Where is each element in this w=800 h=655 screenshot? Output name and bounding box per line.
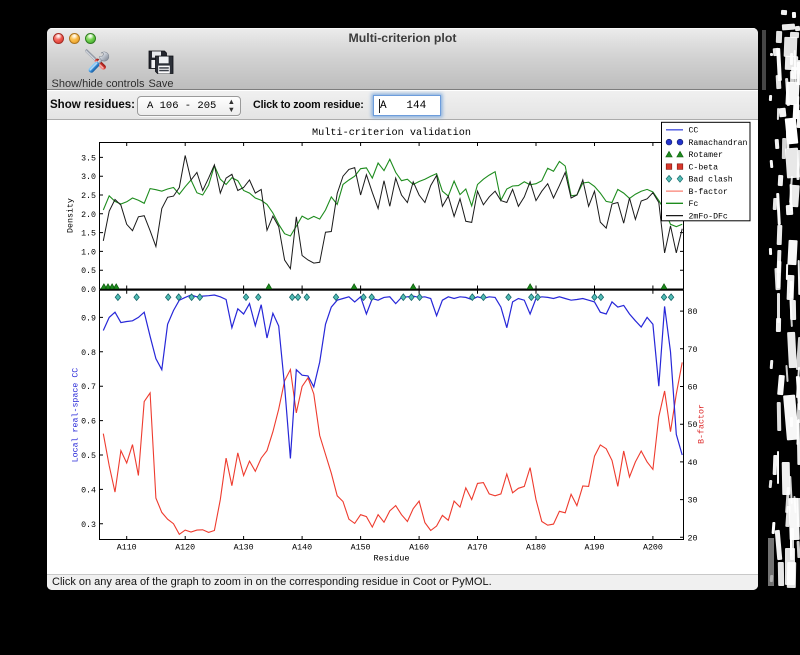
svg-text:0.8: 0.8 — [81, 349, 96, 358]
svg-text:0.6: 0.6 — [81, 418, 96, 427]
svg-text:Residue: Residue — [373, 554, 409, 564]
svg-text:3.0: 3.0 — [81, 173, 96, 182]
svg-text:1.5: 1.5 — [81, 230, 96, 239]
svg-text:A160: A160 — [409, 544, 429, 553]
svg-text:40: 40 — [688, 459, 698, 468]
svg-text:0.9: 0.9 — [81, 314, 96, 323]
svg-text:C-beta: C-beta — [689, 162, 719, 172]
svg-text:A140: A140 — [292, 544, 312, 553]
svg-text:0.0: 0.0 — [81, 286, 96, 295]
svg-text:2mFo-DFc: 2mFo-DFc — [689, 212, 728, 221]
svg-text:Multi-criterion validation: Multi-criterion validation — [312, 127, 471, 139]
svg-text:Bad clash: Bad clash — [689, 175, 733, 185]
svg-text:CC: CC — [689, 127, 699, 136]
svg-text:A180: A180 — [526, 544, 546, 553]
svg-text:B-factor: B-factor — [697, 404, 707, 444]
svg-text:Fc: Fc — [689, 200, 699, 209]
svg-text:A170: A170 — [468, 544, 488, 553]
svg-text:A200: A200 — [643, 544, 663, 553]
svg-text:1.0: 1.0 — [81, 248, 96, 257]
svg-text:50: 50 — [688, 421, 698, 430]
svg-text:0.7: 0.7 — [81, 383, 96, 392]
svg-text:A120: A120 — [175, 544, 195, 553]
svg-text:0.5: 0.5 — [81, 452, 96, 461]
svg-text:0.5: 0.5 — [81, 267, 96, 276]
svg-text:20: 20 — [688, 534, 698, 543]
svg-text:60: 60 — [688, 384, 698, 393]
svg-text:0.3: 0.3 — [81, 521, 96, 530]
svg-text:Density: Density — [66, 198, 76, 233]
svg-text:0.4: 0.4 — [81, 486, 96, 495]
svg-text:3.5: 3.5 — [81, 154, 96, 163]
svg-text:B-factor: B-factor — [689, 187, 728, 197]
svg-text:80: 80 — [688, 308, 698, 317]
svg-text:A110: A110 — [117, 544, 137, 553]
svg-text:2.5: 2.5 — [81, 192, 96, 201]
svg-text:Rotamer: Rotamer — [689, 151, 723, 160]
svg-text:30: 30 — [688, 497, 698, 506]
svg-text:A150: A150 — [351, 544, 371, 553]
svg-text:A130: A130 — [234, 544, 254, 553]
svg-text:Local real-space CC: Local real-space CC — [71, 368, 81, 463]
svg-text:Ramachandran: Ramachandran — [689, 138, 748, 148]
svg-text:2.0: 2.0 — [81, 211, 96, 220]
svg-text:A190: A190 — [584, 544, 604, 553]
svg-text:70: 70 — [688, 346, 698, 355]
